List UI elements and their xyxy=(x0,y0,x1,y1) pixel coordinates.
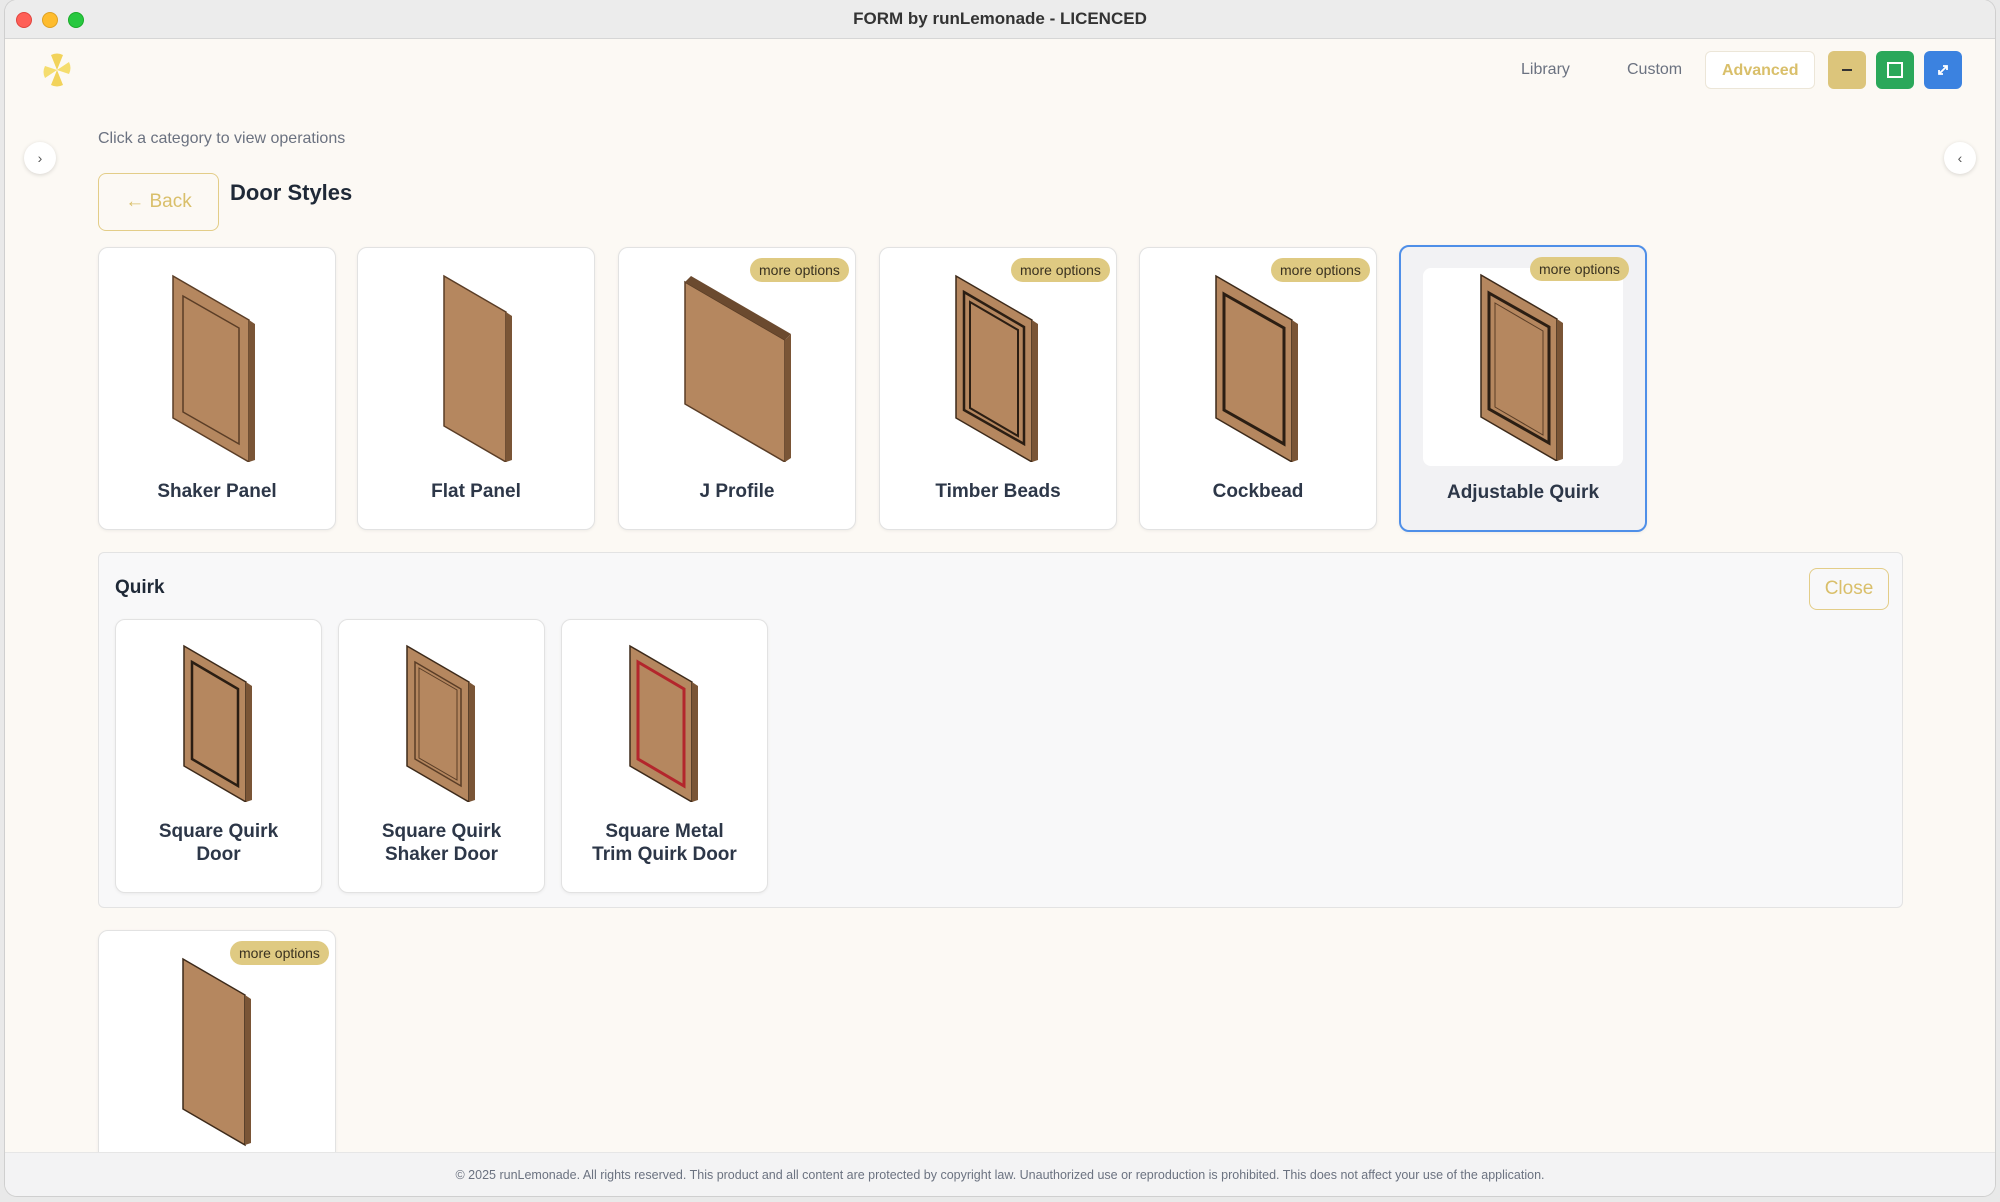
chevron-left-icon: ‹ xyxy=(1957,150,1963,166)
expand-icon xyxy=(1938,65,1948,75)
title-bar: FORM by runLemonade - LICENCED xyxy=(5,0,1995,39)
card-label: Flat Panel xyxy=(431,481,521,502)
expand-left-sidebar-button[interactable]: › xyxy=(24,142,56,174)
card-square-metal-trim-quirk-door[interactable]: Square Metal Trim Quirk Door xyxy=(561,619,768,893)
page-title: Door Styles xyxy=(230,180,353,205)
card-label: Shaker Panel xyxy=(157,481,277,502)
card-flat-panel[interactable]: Flat Panel xyxy=(357,247,595,530)
panel-title: Quirk xyxy=(115,577,165,598)
back-button[interactable]: ← Back xyxy=(98,173,219,231)
card-label: Cockbead xyxy=(1212,481,1304,502)
fullscreen-button[interactable] xyxy=(1924,51,1962,89)
footer: © 2025 runLemonade. All rights reserved.… xyxy=(5,1152,1995,1196)
card-label-line1: Square Quirk xyxy=(381,821,502,842)
quirk-options-panel: Quirk Close Square Quirk Door Square Qui… xyxy=(98,552,1903,908)
card-square-quirk-door[interactable]: Square Quirk Door xyxy=(115,619,322,893)
minus-icon xyxy=(1842,69,1852,71)
app-window: FORM by runLemonade - LICENCED Library C… xyxy=(5,0,1995,1196)
card-label-line2: Door xyxy=(196,844,241,865)
cockbead-door-icon xyxy=(1215,274,1298,462)
square-icon xyxy=(1887,62,1903,78)
flat-panel-door-icon xyxy=(443,274,512,462)
card-label-line1: Square Quirk xyxy=(158,821,279,842)
card-label-line2: Trim Quirk Door xyxy=(592,844,737,865)
chevron-right-icon: › xyxy=(37,150,43,166)
maximize-button[interactable] xyxy=(1876,51,1914,89)
card-label-line1: Square Metal xyxy=(605,821,724,842)
nav-advanced[interactable]: Advanced xyxy=(1705,51,1816,89)
card-shaker-panel[interactable]: Shaker Panel xyxy=(98,247,336,530)
nav-library[interactable]: Library xyxy=(1505,51,1586,89)
card-timber-beads[interactable]: more options Timber Beads xyxy=(879,247,1117,530)
shaker-panel-door-icon xyxy=(172,274,255,462)
close-panel-button[interactable]: Close xyxy=(1809,568,1889,610)
square-quirk-door-icon xyxy=(183,644,252,802)
nav-custom[interactable]: Custom xyxy=(1611,51,1698,89)
card-label: Adjustable Quirk xyxy=(1446,482,1600,503)
card-label: Timber Beads xyxy=(935,481,1061,502)
square-quirk-shaker-door-icon xyxy=(406,644,475,802)
j-profile-door-icon xyxy=(684,276,791,462)
category-hint: Click a category to view operations xyxy=(98,130,346,147)
card-flat-door[interactable]: more options xyxy=(98,930,336,1170)
timber-beads-door-icon xyxy=(955,274,1038,462)
lemon-logo-icon[interactable] xyxy=(41,52,73,88)
card-label: J Profile xyxy=(699,481,775,502)
card-cockbead[interactable]: more options Cockbead xyxy=(1139,247,1377,530)
card-j-profile[interactable]: more options J Profile xyxy=(618,247,856,530)
square-metal-trim-quirk-door-icon xyxy=(629,644,698,802)
adjustable-quirk-door-icon xyxy=(1480,273,1563,461)
expand-right-sidebar-button[interactable]: ‹ xyxy=(1944,142,1976,174)
card-adjustable-quirk[interactable]: more options Adjustable Quirk xyxy=(1399,245,1647,532)
card-label-line2: Shaker Door xyxy=(385,844,498,865)
minimize-button[interactable] xyxy=(1828,51,1866,89)
window-title: FORM by runLemonade - LICENCED xyxy=(853,9,1147,28)
flat-door-icon xyxy=(182,957,251,1147)
card-square-quirk-shaker-door[interactable]: Square Quirk Shaker Door xyxy=(338,619,545,893)
